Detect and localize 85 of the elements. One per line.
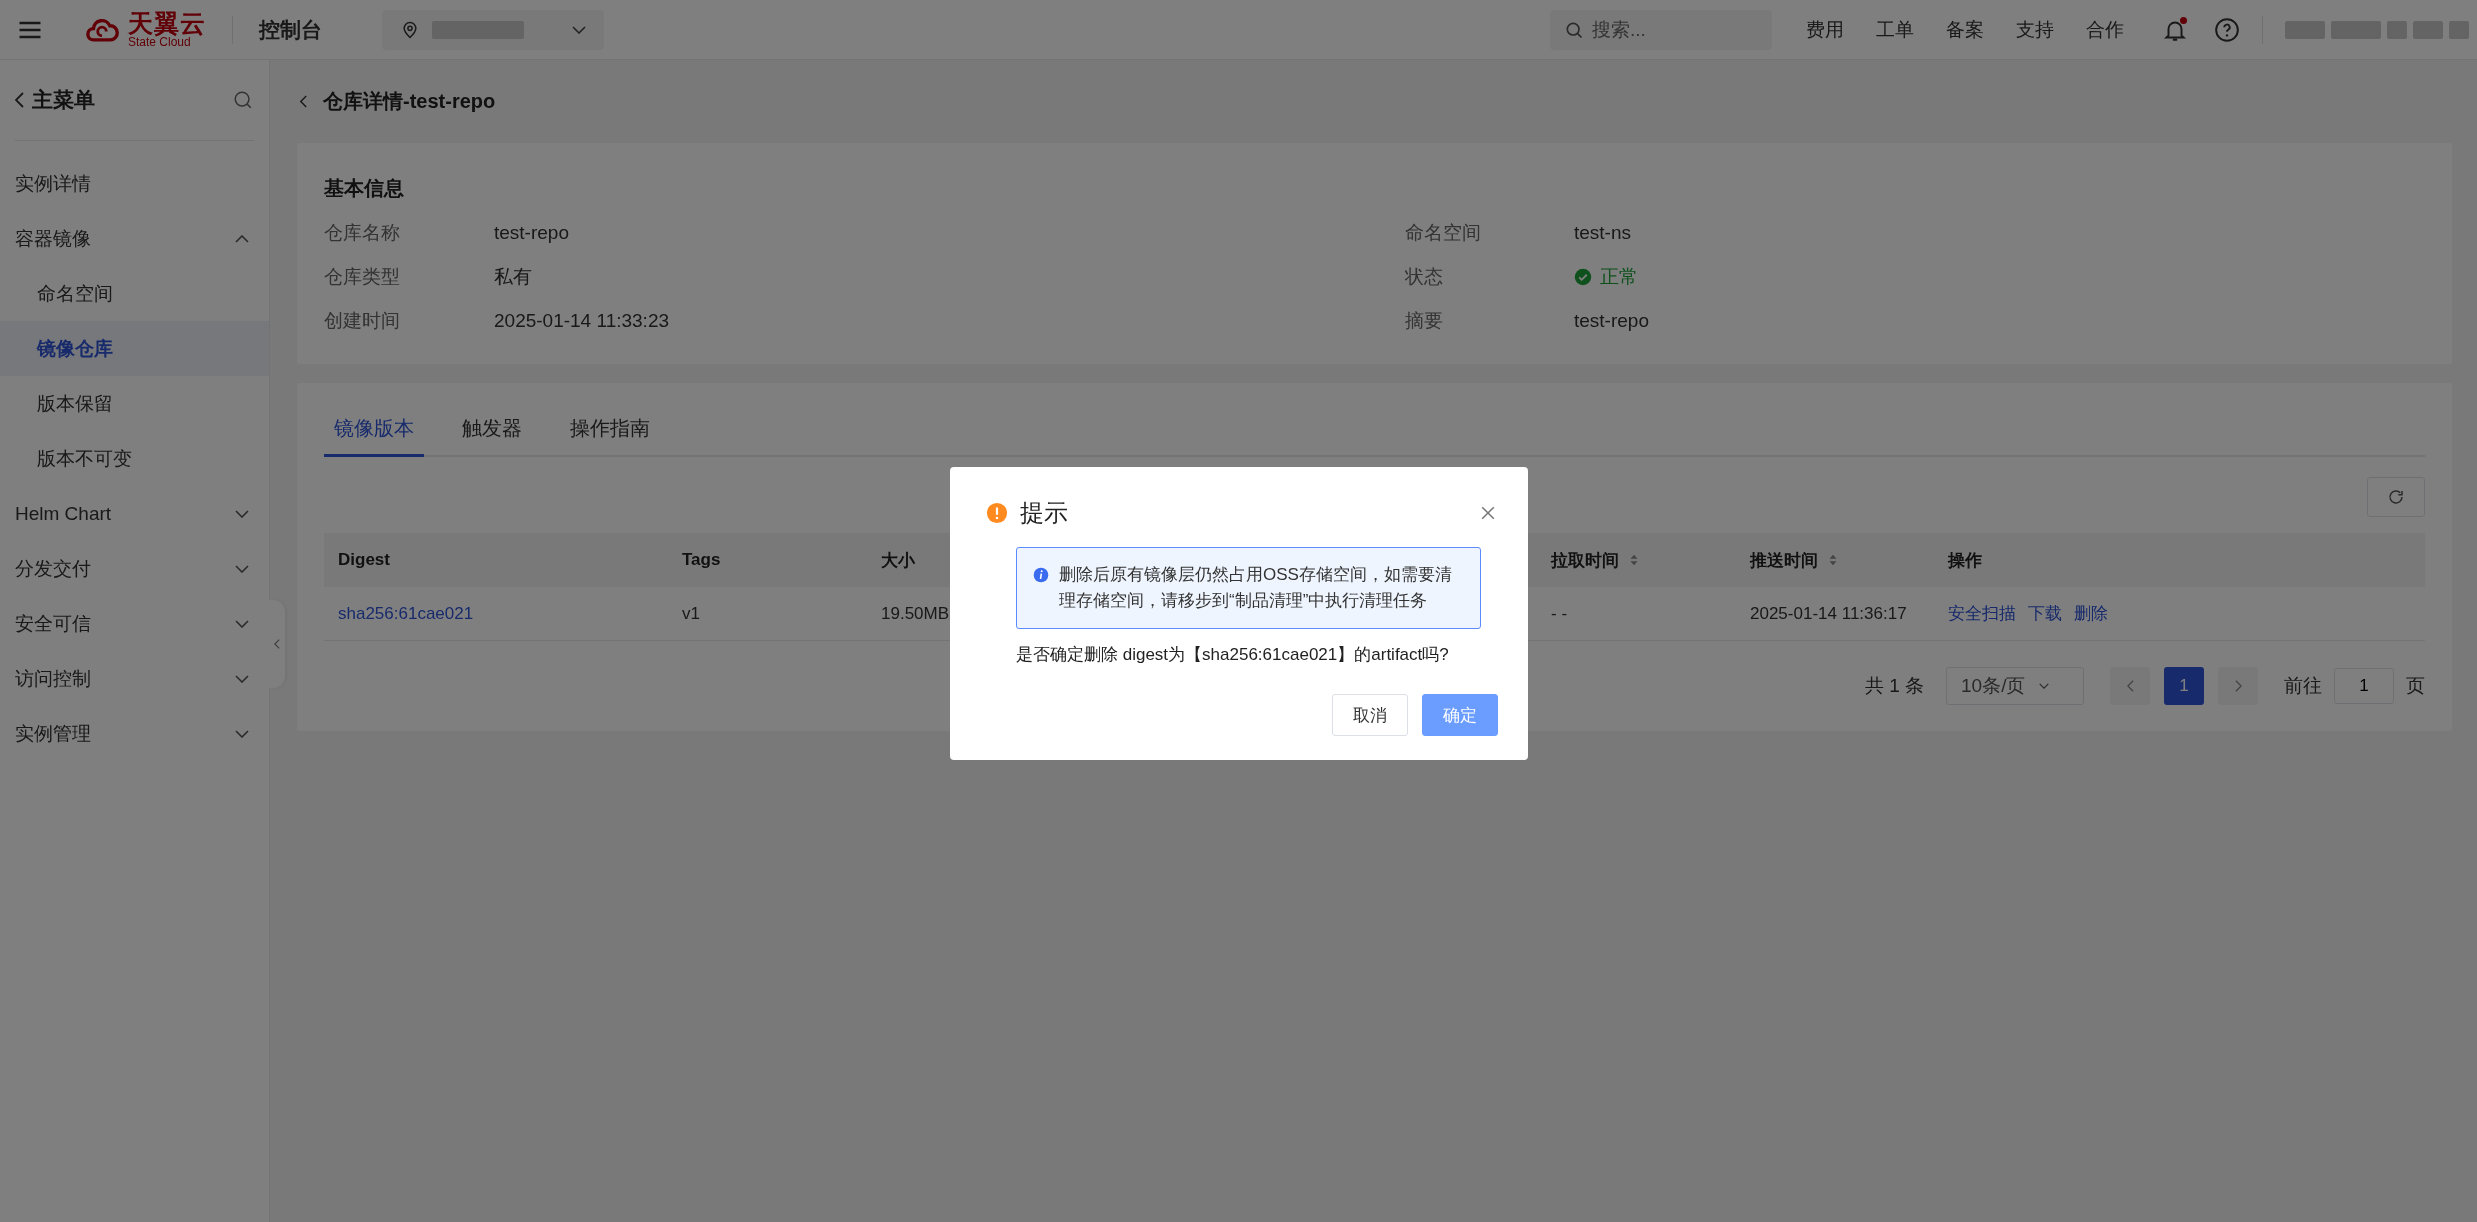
action-link[interactable]: 删除 bbox=[2074, 602, 2108, 625]
field-value: test-repo bbox=[494, 221, 570, 245]
section-title: 基本信息 bbox=[324, 176, 405, 201]
menu-item[interactable]: 命名空间 bbox=[0, 266, 269, 321]
nav-link[interactable]: 工单 bbox=[1860, 16, 1930, 43]
confirm-message: 是否确定删除 digest为【sha256:61cae021】的artifact吗? bbox=[1016, 644, 1450, 666]
back-icon[interactable] bbox=[15, 92, 24, 108]
goto-label: 前往 bbox=[2284, 674, 2322, 698]
status-text: 正常 bbox=[1600, 265, 1638, 289]
field-value: test-ns bbox=[1574, 221, 1633, 245]
warning-icon bbox=[986, 502, 1008, 524]
chevron-down-icon bbox=[235, 564, 249, 573]
field-label: 创建时间 bbox=[324, 309, 401, 333]
field-label: 状态 bbox=[1405, 265, 1444, 289]
field-label: 仓库名称 bbox=[324, 221, 401, 245]
chevron-down-icon bbox=[235, 509, 249, 518]
chevron-down-icon bbox=[235, 729, 249, 738]
table-cell: 19.50MB bbox=[881, 603, 950, 623]
digest-link[interactable]: sha256:61cae021 bbox=[338, 603, 474, 623]
brand-tagline: State Cloud bbox=[128, 36, 191, 48]
chevron-up-icon bbox=[235, 234, 249, 243]
action-link[interactable]: 安全扫描 bbox=[1948, 602, 2016, 625]
page-input[interactable]: 1 bbox=[2334, 668, 2394, 704]
help-icon[interactable] bbox=[2214, 16, 2240, 43]
nav-link[interactable]: 支持 bbox=[2000, 16, 2070, 43]
chevron-down-icon bbox=[2039, 683, 2050, 689]
page-suffix: 页 bbox=[2406, 674, 2425, 698]
action-link[interactable]: 下载 bbox=[2028, 602, 2062, 625]
field-label: 命名空间 bbox=[1405, 221, 1482, 245]
refresh-icon bbox=[2387, 488, 2405, 506]
chevron-left-icon bbox=[274, 639, 280, 649]
back-icon[interactable] bbox=[300, 95, 307, 108]
column-header: Tags bbox=[682, 550, 721, 570]
column-header: 拉取时间 bbox=[1551, 549, 1619, 572]
field-label: 摘要 bbox=[1405, 309, 1444, 333]
field-label: 仓库类型 bbox=[324, 265, 401, 289]
sidebar-title: 主菜单 bbox=[32, 87, 95, 113]
field-value: 2025-01-14 11:33:23 bbox=[494, 309, 671, 333]
alert-text: 删除后原有镜像层仍然占用OSS存储空间，如需要清理存储空间，请移步到“制品清理”中执行清理任务 bbox=[1059, 564, 1453, 612]
page-button[interactable]: 1 bbox=[2164, 667, 2204, 705]
menu-item[interactable]: 镜像仓库 bbox=[0, 321, 269, 376]
nav-link[interactable]: 备案 bbox=[1930, 16, 2000, 43]
tab[interactable]: 触发器 bbox=[452, 405, 532, 457]
menu-item[interactable]: 分发交付 bbox=[0, 541, 269, 596]
menu-item[interactable]: 安全可信 bbox=[0, 596, 269, 651]
brand-logo[interactable]: 天翼云 State Cloud bbox=[80, 11, 206, 48]
column-header: 操作 bbox=[1948, 549, 1982, 572]
chevron-left-icon bbox=[2126, 680, 2134, 692]
menu-item[interactable]: 容器镜像 bbox=[0, 211, 269, 266]
menu-item[interactable]: 实例详情 bbox=[0, 156, 269, 211]
tab[interactable]: 操作指南 bbox=[560, 405, 660, 457]
page-size-select[interactable]: 10条/页 bbox=[1946, 667, 2084, 705]
menu-item[interactable]: 访问控制 bbox=[0, 651, 269, 706]
console-title: 控制台 bbox=[259, 16, 322, 43]
menu-item[interactable]: 实例管理 bbox=[0, 706, 269, 761]
field-value: 私有 bbox=[494, 265, 533, 289]
refresh-button[interactable] bbox=[2367, 477, 2425, 517]
table-cell: v1 bbox=[682, 603, 700, 623]
chevron-down-icon bbox=[235, 619, 249, 628]
chevron-down-icon bbox=[572, 25, 586, 34]
menu-item[interactable]: Helm Chart bbox=[0, 486, 269, 541]
check-circle-icon bbox=[1574, 268, 1592, 286]
chevron-right-icon bbox=[2234, 680, 2242, 692]
field-value: test-repo bbox=[1574, 309, 1650, 333]
menu-item[interactable]: 版本不可变 bbox=[0, 431, 269, 486]
total-count: 共 1 条 bbox=[1864, 674, 1924, 698]
table-cell: 2025-01-14 11:36:17 bbox=[1750, 603, 1907, 623]
nav-link[interactable]: 费用 bbox=[1790, 16, 1860, 43]
column-header: 大小 bbox=[881, 549, 915, 572]
chevron-down-icon bbox=[235, 674, 249, 683]
column-header: 推送时间 bbox=[1750, 549, 1818, 572]
collapse-handle[interactable] bbox=[269, 600, 285, 688]
search-icon[interactable] bbox=[232, 89, 254, 111]
search-field[interactable]: 搜索... bbox=[1550, 9, 1772, 50]
dialog-title: 提示 bbox=[1020, 498, 1068, 528]
nav-link[interactable]: 合作 bbox=[2070, 16, 2140, 43]
table-cell: - - bbox=[1551, 603, 1568, 623]
brand-name: 天翼云 bbox=[128, 11, 206, 36]
confirm-button[interactable]: 确定 bbox=[1422, 694, 1498, 736]
info-icon bbox=[1033, 567, 1049, 583]
cancel-button[interactable]: 取消 bbox=[1332, 694, 1408, 736]
tab[interactable]: 镜像版本 bbox=[324, 405, 424, 457]
menu-item[interactable]: 版本保留 bbox=[0, 376, 269, 431]
column-header: Digest bbox=[338, 550, 390, 570]
page-title: 仓库详情-test-repo bbox=[323, 89, 496, 114]
